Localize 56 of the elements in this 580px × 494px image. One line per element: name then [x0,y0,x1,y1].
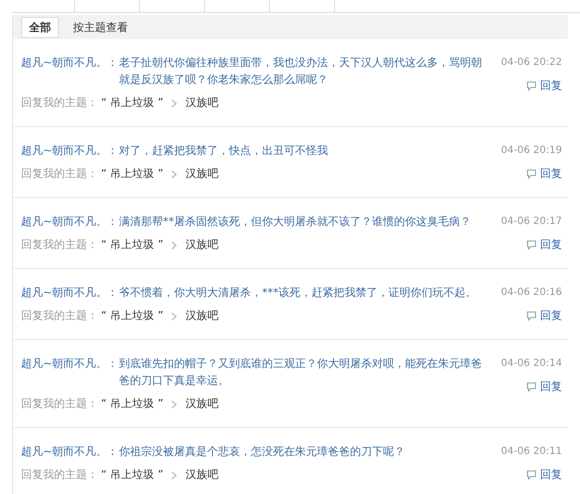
reply-text: 对了，赶紧把我禁了，快点，出丑可不怪我 [119,143,329,159]
post-time: 04-06 20:14 [500,357,562,371]
username-link[interactable]: 超凡~朝而不凡。： [21,213,119,230]
forum-link[interactable]: 汉族吧 [185,467,218,483]
reply-text: 爷不惯着，你大明大清屠杀，***该死，赶紧把我禁了，证明你们玩不起。 [119,285,478,301]
meta-label: 回复我的主题： [21,237,98,253]
post-time: 04-06 20:19 [500,144,562,158]
comment-icon [526,240,537,250]
reply-link[interactable]: 回复 [526,166,562,182]
meta-label: 回复我的主题： [21,396,98,412]
topic-link[interactable]: “ 吊上垃圾 ” [101,467,164,483]
comment-icon [526,311,537,321]
reply-text: 到底谁先扣的帽子？又到底谁的三观正？你大明屠杀对呗，能死在朱元璋爸爸的刀口下真是幸运。 [119,356,483,389]
reply-link[interactable]: 回复 [526,78,562,94]
chevron-icon [171,312,178,320]
forum-link[interactable]: 汉族吧 [185,95,218,111]
meta-label: 回复我的主题： [21,95,98,111]
chevron-icon [171,98,178,108]
reply-link[interactable]: 回复 [526,467,562,483]
reply-link[interactable]: 回复 [526,308,562,324]
topic-link[interactable]: “ 吊上垃圾 ” [101,95,164,111]
topic-link[interactable]: “ 吊上垃圾 ” [101,166,164,182]
reply-text: 你祖宗没被屠真是个悲哀，怎没死在朱元璋爸爸的刀下呢？ [119,444,406,460]
topic-link[interactable]: “ 吊上垃圾 ” [101,396,164,412]
filter-tab[interactable]: 按主题查看 [65,16,136,38]
comment-icon [526,470,537,480]
reply-link[interactable]: 回复 [526,237,562,253]
username-link[interactable]: 超凡~朝而不凡。： [21,443,119,460]
username-link[interactable]: 超凡~朝而不凡。： [21,142,119,159]
reply-text: 满清那帮**屠杀固然该死，但你大明屠杀就不该了？谁惯的你这臭毛病？ [119,214,472,230]
post-time: 04-06 20:16 [500,286,562,300]
chevron-icon [171,470,178,480]
post-time: 04-06 20:17 [500,215,562,229]
username-link[interactable]: 超凡~朝而不凡。： [21,54,119,88]
comment-icon [526,169,537,179]
post-time: 04-06 20:11 [500,445,562,459]
username-link[interactable]: 超凡~朝而不凡。： [21,284,119,301]
meta-label: 回复我的主题： [21,308,98,324]
reply-text: 老子扯朝代你偏往种族里面带，我也没办法，天下汉人朝代这么多，骂明朝就是反汉族了呗？你老朱家怎么那么屌呢？ [119,55,483,88]
post-time: 04-06 20:22 [500,56,562,70]
chevron-icon [171,170,178,178]
forum-link[interactable]: 汉族吧 [185,166,218,182]
forum-link[interactable]: 汉族吧 [185,396,218,412]
chevron-icon [171,400,178,408]
comment-icon [526,382,537,392]
comment-icon [526,81,537,91]
meta-label: 回复我的主题： [21,166,98,182]
reply-link[interactable]: 回复 [526,379,562,395]
username-link[interactable]: 超凡~朝而不凡。： [21,355,119,389]
topic-link[interactable]: “ 吊上垃圾 ” [101,237,164,253]
forum-link[interactable]: 汉族吧 [185,237,218,253]
filter-tab[interactable]: 全部 [21,16,59,38]
meta-label: 回复我的主题： [21,467,98,483]
chevron-icon [171,240,178,250]
topic-link[interactable]: “ 吊上垃圾 ” [101,308,164,324]
forum-link[interactable]: 汉族吧 [185,308,218,324]
